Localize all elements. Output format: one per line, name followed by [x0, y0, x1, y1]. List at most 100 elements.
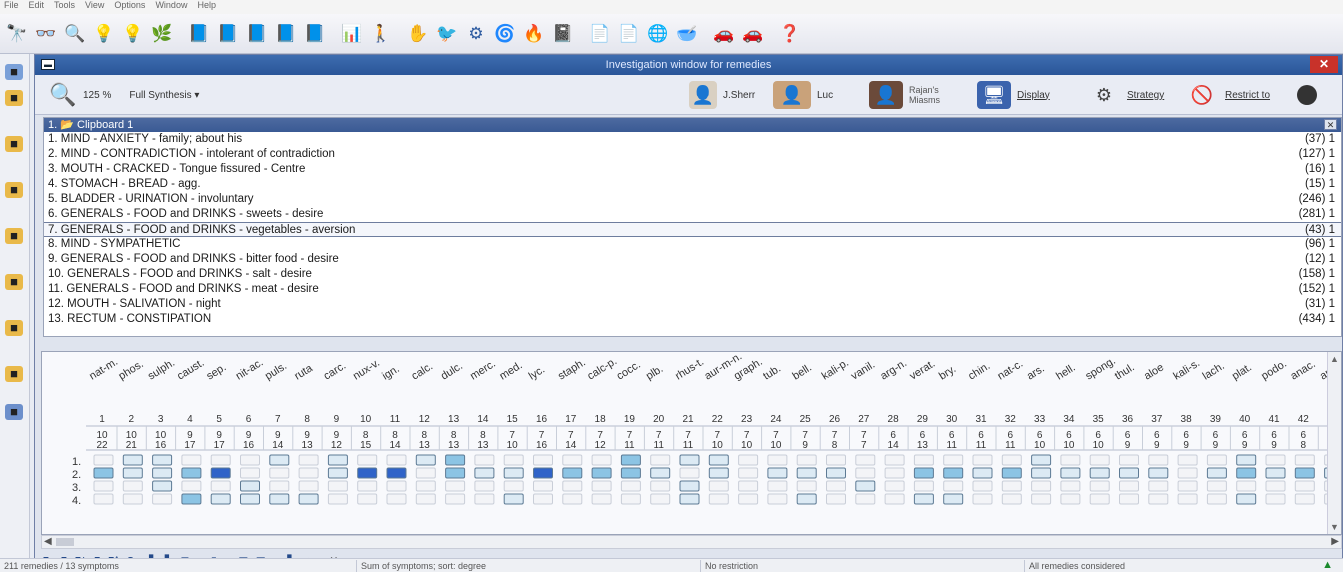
- side-icon[interactable]: ■: [5, 90, 23, 106]
- remedy-name[interactable]: ars.: [1025, 363, 1047, 383]
- grid-cell[interactable]: [1294, 480, 1315, 492]
- grid-cell[interactable]: [210, 493, 231, 505]
- grid-cell[interactable]: [152, 493, 173, 505]
- side-icon[interactable]: ■: [5, 182, 23, 198]
- jsher-button[interactable]: 👤 J.Sherr: [689, 75, 755, 115]
- grid-cell[interactable]: [269, 454, 290, 466]
- remedy-name[interactable]: nat-m.: [87, 356, 120, 383]
- grid-cell[interactable]: [181, 493, 202, 505]
- scroll-up-icon[interactable]: ▲: [1330, 354, 1339, 364]
- grid-cell[interactable]: [650, 467, 671, 479]
- side-icon[interactable]: ■: [5, 136, 23, 152]
- rubric-row[interactable]: 11. GENERALS - FOOD and DRINKS - meat - …: [44, 282, 1341, 297]
- grid-cell[interactable]: [913, 467, 934, 479]
- help-icon[interactable]: ❓: [777, 21, 803, 47]
- grid-cell[interactable]: [122, 493, 143, 505]
- grid-cell[interactable]: [386, 467, 407, 479]
- globe-icon[interactable]: 🌐: [645, 21, 671, 47]
- grid-cell[interactable]: [708, 480, 729, 492]
- scroll-left-icon[interactable]: ◀: [44, 536, 52, 547]
- document2-icon[interactable]: 📄: [616, 21, 642, 47]
- plant-icon[interactable]: 🌿: [149, 21, 175, 47]
- grid-cell[interactable]: [1031, 454, 1052, 466]
- grid-cell[interactable]: [679, 493, 700, 505]
- grid-cell[interactable]: [591, 480, 612, 492]
- side-icon[interactable]: ■: [5, 404, 23, 420]
- grid-cell[interactable]: [1148, 480, 1169, 492]
- menu-item[interactable]: Options: [114, 0, 145, 10]
- grid-cell[interactable]: [240, 454, 260, 466]
- strategy-button[interactable]: ⚙ Strategy: [1087, 75, 1164, 115]
- close-button[interactable]: ✕: [1310, 56, 1338, 73]
- grid-cell[interactable]: [122, 467, 143, 479]
- grid-cell[interactable]: [357, 467, 378, 479]
- hand-icon[interactable]: ✋: [405, 21, 431, 47]
- grid-cell[interactable]: [1089, 467, 1110, 479]
- grid-cell[interactable]: [181, 480, 202, 492]
- rubric-row[interactable]: 3. MOUTH - CRACKED - Tongue fissured - C…: [44, 162, 1341, 177]
- grid-cell[interactable]: [650, 480, 671, 492]
- remedy-name[interactable]: plb.: [644, 363, 665, 383]
- grid-cell[interactable]: [1206, 467, 1227, 479]
- grid-cell[interactable]: [796, 480, 817, 492]
- grid-cell[interactable]: [562, 454, 583, 466]
- chart-icon[interactable]: 📊: [339, 21, 365, 47]
- grid-cell[interactable]: [972, 467, 993, 479]
- remedy-name[interactable]: nit-ac.: [234, 356, 266, 382]
- remedy-name[interactable]: hell.: [1054, 362, 1077, 383]
- grid-cell[interactable]: [240, 480, 260, 492]
- grid-cell[interactable]: [796, 493, 817, 505]
- grid-cell[interactable]: [357, 493, 378, 505]
- book2-icon[interactable]: 📘: [215, 21, 241, 47]
- remedy-name[interactable]: sulph.: [146, 357, 177, 383]
- grid-cell[interactable]: [1236, 480, 1257, 492]
- question-bulb2-icon[interactable]: 💡: [120, 21, 146, 47]
- rubric-row[interactable]: 7. GENERALS - FOOD and DRINKS - vegetabl…: [44, 222, 1341, 237]
- question-bulb-icon[interactable]: 💡: [91, 21, 117, 47]
- horizontal-scrollbar[interactable]: ◀ ▶: [41, 535, 1342, 549]
- grid-cell[interactable]: [415, 480, 436, 492]
- zoom-control[interactable]: 🔍 125 % Full Synthesis ▾: [49, 75, 199, 115]
- remedy-name[interactable]: chin.: [966, 360, 992, 382]
- grid-cell[interactable]: [972, 480, 993, 492]
- remedy-name[interactable]: lach.: [1201, 360, 1227, 382]
- grid-cell[interactable]: [533, 480, 553, 492]
- grid-cell[interactable]: [210, 454, 231, 466]
- grid-cell[interactable]: [1265, 493, 1286, 505]
- grid-cell[interactable]: [884, 467, 905, 479]
- grid-cell[interactable]: [767, 480, 788, 492]
- grid-cell[interactable]: [767, 493, 788, 505]
- grid-cell[interactable]: [884, 454, 905, 466]
- grid-cell[interactable]: [327, 454, 348, 466]
- rubric-row[interactable]: 13. RECTUM - CONSTIPATION (434) 1: [44, 312, 1341, 327]
- grid-cell[interactable]: [972, 454, 993, 466]
- rubric-row[interactable]: 5. BLADDER - URINATION - involuntary (246…: [44, 192, 1341, 207]
- remedy-name[interactable]: bell.: [790, 362, 813, 383]
- grid-cell[interactable]: [620, 493, 641, 505]
- grid-cell[interactable]: [1294, 493, 1315, 505]
- grid-cell[interactable]: [1119, 480, 1139, 492]
- grid-cell[interactable]: [1089, 493, 1110, 505]
- grid-cell[interactable]: [152, 480, 173, 492]
- grid-cell[interactable]: [122, 480, 143, 492]
- grid-cell[interactable]: [943, 480, 964, 492]
- grid-cell[interactable]: [1206, 454, 1227, 466]
- menu-item[interactable]: View: [85, 0, 104, 10]
- remedy-name[interactable]: merc.: [468, 358, 498, 383]
- grid-cell[interactable]: [562, 467, 583, 479]
- clipboard-header[interactable]: 1. 📂 Clipboard 1 ✕: [44, 118, 1341, 132]
- menu-item[interactable]: Help: [197, 0, 216, 10]
- grid-cell[interactable]: [357, 480, 378, 492]
- rubric-row[interactable]: 2. MIND - CONTRADICTION - intolerant of …: [44, 147, 1341, 162]
- grid-cell[interactable]: [474, 454, 495, 466]
- scroll-right-icon[interactable]: ▶: [1331, 536, 1339, 547]
- grid-cell[interactable]: [298, 493, 319, 505]
- grid-cell[interactable]: [884, 480, 905, 492]
- grid-cell[interactable]: [269, 480, 290, 492]
- grid-cell[interactable]: [415, 454, 436, 466]
- grid-cell[interactable]: [708, 454, 729, 466]
- menu-item[interactable]: Window: [155, 0, 187, 10]
- luc-button[interactable]: 👤 Luc: [773, 75, 833, 115]
- grid-cell[interactable]: [708, 467, 729, 479]
- book5-icon[interactable]: 📘: [302, 21, 328, 47]
